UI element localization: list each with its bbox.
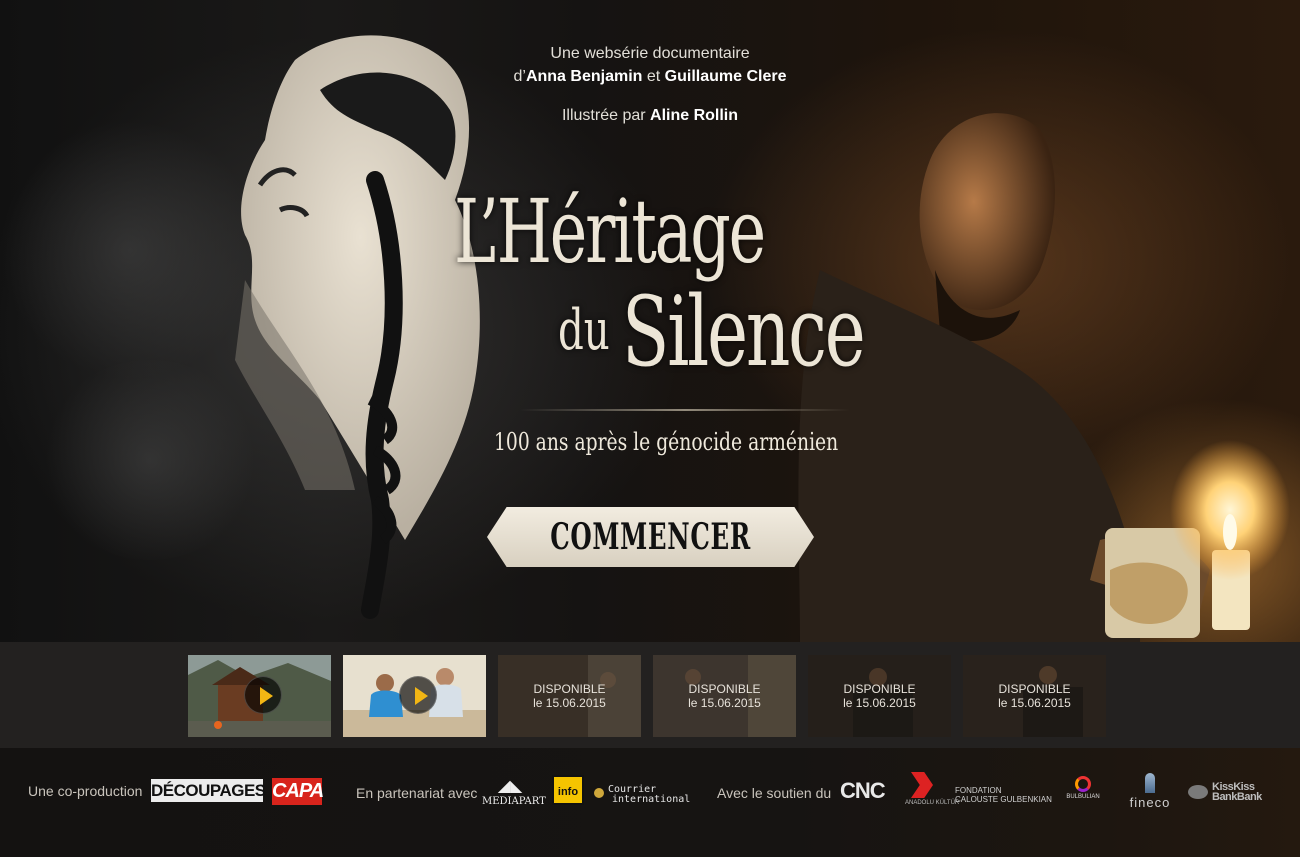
episode-thumb-3: DISPONIBLE le 15.06.2015 <box>498 655 641 737</box>
franceinfo-logo[interactable]: info <box>552 775 584 805</box>
decoupages-logo[interactable]: DÉCOUPAGES <box>151 779 266 802</box>
page-subtitle: 100 ans après le génocide arménien <box>494 428 839 456</box>
availability-date: le 15.06.2015 <box>998 696 1071 710</box>
title-line1: L’Héritage <box>454 180 766 283</box>
kisskiss-line2: BankBank <box>1212 791 1262 803</box>
partners-label: En partenariat avec <box>356 785 478 801</box>
anadolu-logo-text: ANADOLU KÜLTÜR <box>905 800 960 806</box>
mediapart-logo[interactable]: ◢◣ MEDIAPART <box>482 776 546 810</box>
illustrated-by-label: Illustrée par <box>561 107 646 124</box>
availability-overlay: DISPONIBLE le 15.06.2015 <box>808 655 951 737</box>
play-icon[interactable] <box>399 676 437 714</box>
title-du: du <box>558 298 610 363</box>
episode-thumb-1[interactable] <box>188 655 331 737</box>
gulbenkian-line2: CALOUSTE GULBENKIAN <box>955 795 1052 804</box>
hero-banner: Une websérie documentaire d’Anna Benjami… <box>0 0 1300 642</box>
availability-label: DISPONIBLE <box>998 682 1071 696</box>
gulbenkian-line1: FONDATION <box>955 786 1002 795</box>
play-icon[interactable] <box>244 676 282 714</box>
episode-thumb-5: DISPONIBLE le 15.06.2015 <box>808 655 951 737</box>
courrier-line2: international <box>612 794 691 805</box>
availability-overlay: DISPONIBLE le 15.06.2015 <box>963 655 1106 737</box>
availability-date: le 15.06.2015 <box>843 696 916 710</box>
credits-prefix: d’ <box>513 68 526 85</box>
support-label: Avec le soutien du <box>717 785 832 801</box>
episodes-bar: DISPONIBLE le 15.06.2015 DISPONIBLE le 1… <box>0 642 1300 748</box>
coproduction-label: Une co-production <box>28 783 143 799</box>
page-title: L’Héritage du Silence <box>440 180 866 410</box>
bulbulian-mark-icon <box>1075 776 1091 792</box>
ink-smudge <box>0 120 260 380</box>
anadolu-mark-icon <box>911 772 933 798</box>
availability-label: DISPONIBLE <box>688 682 761 696</box>
start-button[interactable]: COMMENCER <box>487 507 814 567</box>
episode-thumb-2[interactable] <box>343 655 486 737</box>
start-button-label: COMMENCER <box>550 516 751 558</box>
title-line2: Silence <box>622 276 866 388</box>
illustrator-name: Aline Rollin <box>650 107 739 124</box>
availability-overlay: DISPONIBLE le 15.06.2015 <box>653 655 796 737</box>
episode-thumb-6: DISPONIBLE le 15.06.2015 <box>963 655 1106 737</box>
fineco-logo[interactable]: fineco <box>1123 773 1177 813</box>
capa-logo[interactable]: CAPA <box>272 778 324 805</box>
availability-overlay: DISPONIBLE le 15.06.2015 <box>498 655 641 737</box>
availability-date: le 15.06.2015 <box>533 696 606 710</box>
bulbulian-logo[interactable]: BULBULIAN <box>1063 776 1103 812</box>
author-name: Guillaume Clere <box>664 68 787 85</box>
credits-block: Une websérie documentaire d’Anna Benjami… <box>450 42 850 127</box>
kisskissbankbank-logo[interactable]: KissKiss BankBank <box>1188 782 1262 803</box>
mediapart-mark-icon: ◢◣ <box>497 776 523 795</box>
gulbenkian-logo[interactable]: FONDATION CALOUSTE GULBENKIAN <box>955 786 1052 804</box>
bulbulian-logo-text: BULBULIAN <box>1066 794 1100 800</box>
courrier-international-logo[interactable]: Courrier international <box>594 785 691 805</box>
credits-and: et <box>646 68 661 85</box>
availability-date: le 15.06.2015 <box>688 696 761 710</box>
fineco-mark-icon <box>1145 773 1155 793</box>
cnc-logo[interactable]: CNC <box>840 778 886 804</box>
kisskiss-mark-icon <box>1188 785 1208 799</box>
availability-label: DISPONIBLE <box>843 682 916 696</box>
title-divider <box>520 409 850 411</box>
fineco-logo-text: fineco <box>1129 795 1171 810</box>
availability-label: DISPONIBLE <box>533 682 606 696</box>
credits-authors: d’Anna Benjamin et Guillaume Clere <box>450 65 850 88</box>
author-name: Anna Benjamin <box>525 68 643 85</box>
anadolu-kultur-logo[interactable]: ANADOLU KÜLTÜR <box>905 772 959 814</box>
episode-thumb-4: DISPONIBLE le 15.06.2015 <box>653 655 796 737</box>
credits-line1: Une websérie documentaire <box>550 45 750 62</box>
globe-icon <box>594 788 604 798</box>
illustrator-line: Illustrée par Aline Rollin <box>450 104 850 127</box>
mediapart-logo-text: MEDIAPART <box>482 796 546 807</box>
partners-footer: Une co-production DÉCOUPAGES CAPA En par… <box>0 748 1300 857</box>
